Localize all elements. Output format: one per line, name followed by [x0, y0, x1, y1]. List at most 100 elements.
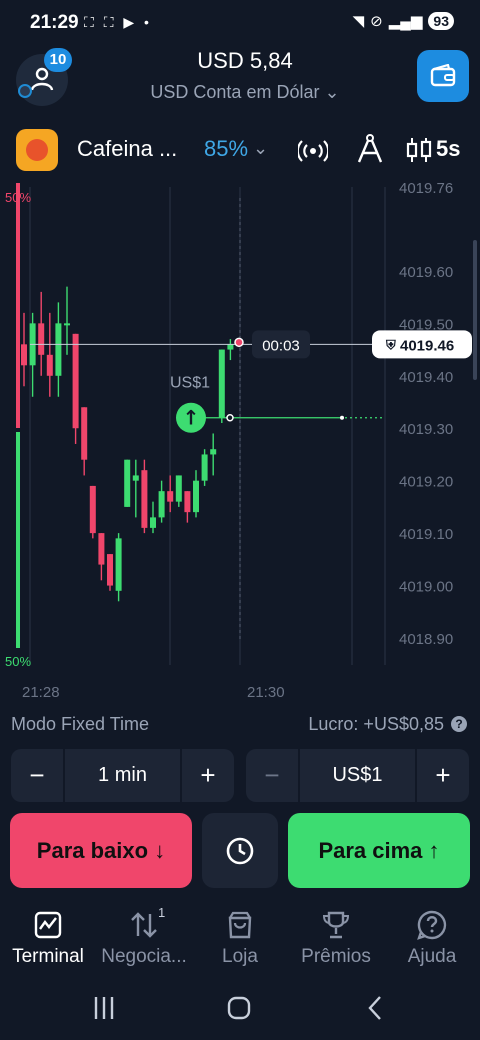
price-tick-label: 4019.40 — [399, 369, 453, 386]
trading-mode[interactable]: Modo Fixed Time — [11, 714, 149, 735]
time-decrease-button[interactable]: − — [11, 760, 63, 791]
price-tick-label: 4018.90 — [399, 631, 453, 648]
help-icon — [417, 910, 447, 940]
chart-icon — [34, 911, 62, 939]
price-tick-label: 4019.50 — [399, 316, 453, 333]
amount-stepper: − US$1 + — [246, 749, 469, 802]
status-bar: 21:29 ⛶ ⛶ ▶ • ◥ ⊘ ▂▄▆ 93 — [0, 0, 480, 44]
notification-icons: ⛶ ⛶ ▶ • — [84, 14, 152, 30]
countdown-text: 00:03 — [262, 337, 300, 354]
candle-body — [132, 475, 139, 481]
sell-button[interactable]: Para baixo ↓ — [10, 813, 192, 888]
wallet-button[interactable] — [417, 50, 469, 102]
back-button[interactable] — [368, 996, 381, 1020]
signal-icon: ▂▄▆ — [388, 13, 423, 30]
level-icon — [18, 84, 32, 98]
candle-body — [89, 485, 96, 534]
candle-body — [81, 407, 88, 460]
candle-body — [193, 480, 199, 513]
candle-body — [64, 323, 70, 326]
candle-body — [21, 344, 27, 366]
help-icon[interactable]: ? — [451, 716, 467, 732]
trades-badge: 1 — [158, 905, 166, 920]
candle-body — [141, 470, 148, 528]
nav-label: Ajuda — [407, 946, 457, 967]
chevron-down-icon[interactable]: ⌄ — [253, 138, 268, 159]
sentiment-bar-down — [16, 183, 20, 428]
signals-icon[interactable] — [298, 139, 328, 163]
account-selector[interactable]: USD Conta em Dólar ⌄ — [110, 82, 380, 103]
candle-body — [124, 459, 131, 507]
current-price-dot — [234, 337, 244, 348]
price-tick-label: 4019.10 — [399, 526, 453, 543]
recent-apps-button[interactable] — [94, 997, 114, 1019]
wifi-icon: ◥ — [352, 13, 365, 30]
price-tick-label: 4019.20 — [399, 474, 453, 491]
notification-badge: 10 — [44, 48, 72, 72]
candle-body — [107, 554, 113, 586]
candle-body — [158, 491, 165, 518]
buy-button[interactable]: Para cima ↑ — [288, 813, 470, 888]
candle-body — [98, 533, 105, 565]
time-tick-label: 21:28 — [22, 684, 60, 701]
asset-name[interactable]: Cafeina ... — [77, 136, 177, 162]
nav-label: Terminal — [12, 946, 84, 967]
price-axis: 4019.76 4019.60 4019.50 4019.40 4019.30 4019.… — [5, 180, 453, 701]
sentiment-sell-pct: 50% — [5, 190, 31, 205]
timeframe-selector[interactable]: 5s — [436, 136, 460, 162]
clock-icon — [226, 837, 254, 864]
candle-body — [218, 349, 225, 418]
price-chart[interactable]: 00:03 ⛨ 4019.46 ↑ US$1 4019.76 4019.60 4019.50… — [0, 180, 480, 710]
shop-icon — [228, 911, 252, 939]
price-tick-label: 4019.30 — [399, 421, 453, 438]
candle-body — [175, 475, 182, 502]
price-tick-label: 4019.60 — [399, 264, 453, 281]
account-balance: USD 5,84 — [197, 48, 293, 73]
drawing-tools-icon[interactable] — [355, 133, 385, 165]
time-value[interactable]: 1 min — [63, 749, 182, 802]
asset-payout[interactable]: 85% — [204, 136, 248, 162]
amount-increase-button[interactable]: + — [417, 760, 469, 791]
nav-label: Loja — [222, 946, 258, 967]
candles-icon[interactable] — [406, 136, 432, 164]
amount-value[interactable]: US$1 — [298, 749, 417, 802]
mute-icon: ⊘ — [370, 13, 383, 30]
trade-entry-dot — [226, 413, 234, 422]
candle-body — [150, 517, 156, 528]
candle-body — [72, 333, 79, 429]
trophy-icon — [322, 911, 350, 939]
battery-indicator: 93 — [428, 12, 454, 30]
candle-body — [227, 344, 234, 350]
trade-amount-label: US$1 — [170, 375, 210, 392]
chart-scrollbar — [473, 240, 477, 380]
current-price-value: 4019.46 — [400, 337, 454, 354]
candle-body — [38, 323, 45, 355]
trades-icon — [131, 912, 157, 938]
candles — [21, 286, 234, 602]
sentiment-bar-up — [16, 432, 20, 648]
profit-label: Lucro: +US$0,85 — [308, 714, 444, 734]
time-increase-button[interactable]: + — [182, 760, 234, 791]
sentiment-buy-pct: 50% — [5, 654, 31, 669]
candle-body — [115, 538, 122, 591]
nav-label: Prêmios — [301, 946, 371, 967]
trade-expiry-dot — [340, 415, 344, 420]
amount-decrease-button[interactable]: − — [246, 760, 298, 791]
pending-order-button[interactable] — [202, 813, 278, 888]
account-name: USD Conta em Dólar — [150, 82, 320, 102]
candle-body — [55, 323, 62, 376]
candle-body — [210, 449, 217, 455]
status-right: ◥ ⊘ ▂▄▆ 93 — [353, 12, 454, 30]
wallet-icon — [430, 64, 456, 87]
nav-label: Negocia... — [101, 946, 187, 967]
candle-body — [46, 354, 53, 376]
time-stepper: − 1 min + — [11, 749, 234, 802]
arrow-up-icon: ↑ — [183, 406, 200, 430]
asset-icon[interactable] — [16, 129, 58, 171]
time-tick-label: 21:30 — [247, 684, 285, 701]
candle-body — [201, 454, 208, 481]
home-button[interactable] — [227, 996, 251, 1020]
status-time: 21:29 — [30, 12, 79, 33]
price-tick-label: 4019.76 — [399, 180, 453, 197]
chevron-down-icon: ⌄ — [324, 82, 340, 102]
